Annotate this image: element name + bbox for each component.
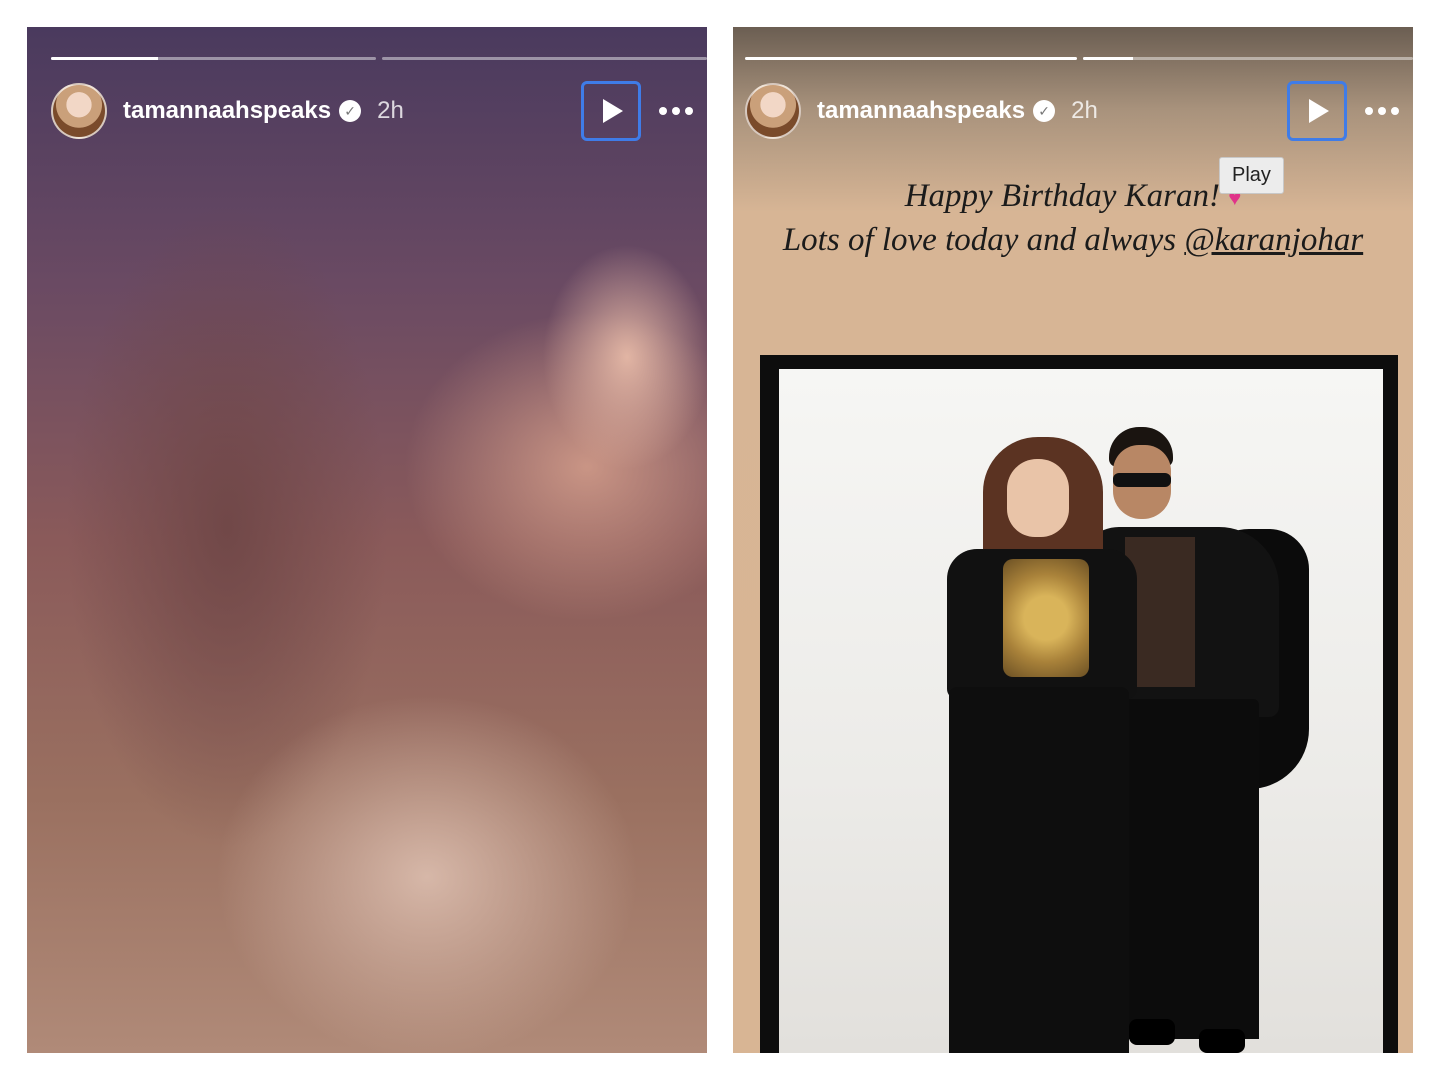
story-progress-bar	[745, 57, 1413, 60]
play-icon	[603, 99, 623, 123]
story-progress-bar	[51, 57, 707, 60]
username-link[interactable]: tamannaahspeaks	[817, 97, 1025, 125]
story-header: tamannaahspeaks ✓ 2h	[745, 81, 1399, 141]
verified-badge-icon: ✓	[339, 100, 362, 122]
play-tooltip: Play	[1219, 157, 1284, 194]
play-button[interactable]	[581, 81, 641, 141]
story-photo	[779, 369, 1383, 1053]
verified-badge-icon: ✓	[1033, 100, 1056, 122]
play-button[interactable]	[1287, 81, 1347, 141]
progress-fill	[51, 57, 159, 60]
progress-fill	[745, 57, 1077, 60]
progress-segment	[745, 57, 1077, 60]
story-caption: Happy Birthday Karan! ♥ Lots of love tod…	[733, 175, 1413, 261]
story-viewer-left[interactable]: tamannaahspeaks ✓ 2h	[27, 27, 707, 1053]
progress-segment	[1083, 57, 1413, 60]
post-timestamp: 2h	[377, 97, 404, 124]
avatar[interactable]	[51, 83, 107, 139]
story-header: tamannaahspeaks ✓ 2h	[51, 81, 693, 141]
post-timestamp: 2h	[1071, 97, 1098, 124]
ellipsis-icon[interactable]	[1365, 107, 1399, 115]
caption-line-1: Happy Birthday Karan!	[904, 178, 1220, 214]
progress-segment	[51, 57, 376, 60]
play-icon	[1309, 99, 1329, 123]
progress-segment	[382, 57, 707, 60]
mention-link[interactable]: @karanjohar	[1184, 222, 1363, 258]
story-viewer-right[interactable]: tamannaahspeaks ✓ 2h Play Happy Birthday…	[733, 27, 1413, 1053]
avatar[interactable]	[745, 83, 801, 139]
caption-line-2: Lots of love today and always	[782, 222, 1177, 259]
ellipsis-icon[interactable]	[659, 107, 693, 115]
username-link[interactable]: tamannaahspeaks	[123, 97, 331, 125]
progress-fill	[1083, 57, 1133, 60]
